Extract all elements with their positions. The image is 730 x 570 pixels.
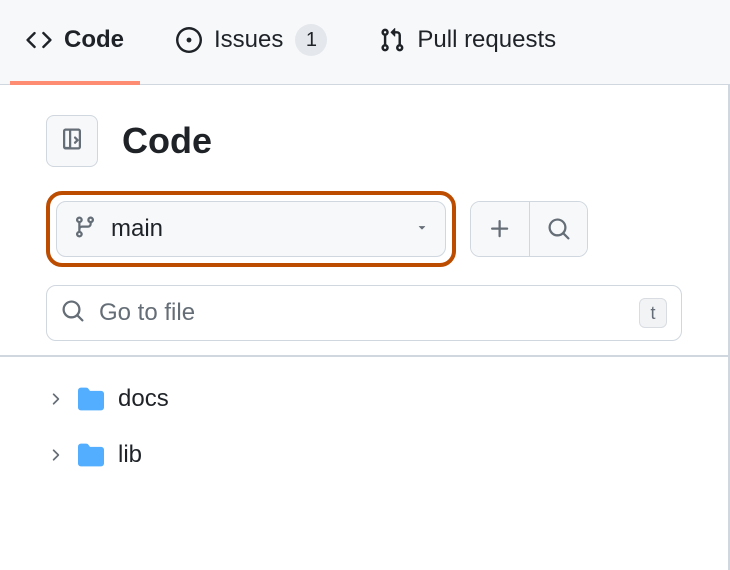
- go-to-file-input[interactable]: Go to file t: [46, 285, 682, 341]
- tree-item[interactable]: docs: [46, 371, 728, 427]
- search-files-button[interactable]: [529, 202, 587, 257]
- file-tree: docs lib: [0, 355, 728, 483]
- search-icon: [61, 299, 85, 328]
- code-icon: [26, 27, 52, 53]
- sidebar-collapse-icon: [60, 127, 84, 156]
- branch-select-button[interactable]: main: [56, 201, 446, 257]
- pull-request-icon: [379, 27, 405, 53]
- tab-pull-requests-label: Pull requests: [417, 26, 556, 54]
- folder-icon: [78, 442, 104, 468]
- repo-tab-nav: Code Issues 1 Pull requests: [0, 0, 730, 85]
- code-header: Code: [46, 115, 682, 167]
- issues-icon: [176, 27, 202, 53]
- code-main-area: Code main: [0, 85, 730, 570]
- tab-issues-label: Issues: [214, 26, 283, 54]
- chevron-right-icon: [46, 390, 64, 408]
- tab-issues[interactable]: Issues 1: [160, 0, 343, 85]
- plus-icon: [488, 217, 512, 244]
- branch-select-highlight: main: [46, 191, 456, 267]
- branch-name-label: main: [111, 215, 401, 243]
- keyboard-hint: t: [639, 298, 667, 328]
- page-title: Code: [122, 120, 212, 162]
- issues-count-badge: 1: [295, 24, 327, 56]
- tree-item-label: lib: [118, 441, 142, 469]
- sidebar-toggle-button[interactable]: [46, 115, 98, 167]
- tree-item-label: docs: [118, 385, 169, 413]
- caret-down-icon: [415, 220, 429, 239]
- file-action-group: [470, 201, 588, 257]
- branch-controls-row: main: [46, 191, 682, 267]
- tab-pull-requests[interactable]: Pull requests: [363, 0, 572, 85]
- chevron-right-icon: [46, 446, 64, 464]
- go-to-file-placeholder: Go to file: [99, 299, 625, 327]
- folder-icon: [78, 386, 104, 412]
- tab-code[interactable]: Code: [10, 0, 140, 85]
- add-file-button[interactable]: [471, 202, 529, 257]
- tab-code-label: Code: [64, 26, 124, 54]
- tree-item[interactable]: lib: [46, 427, 728, 483]
- search-icon: [547, 217, 571, 244]
- branch-icon: [73, 215, 97, 244]
